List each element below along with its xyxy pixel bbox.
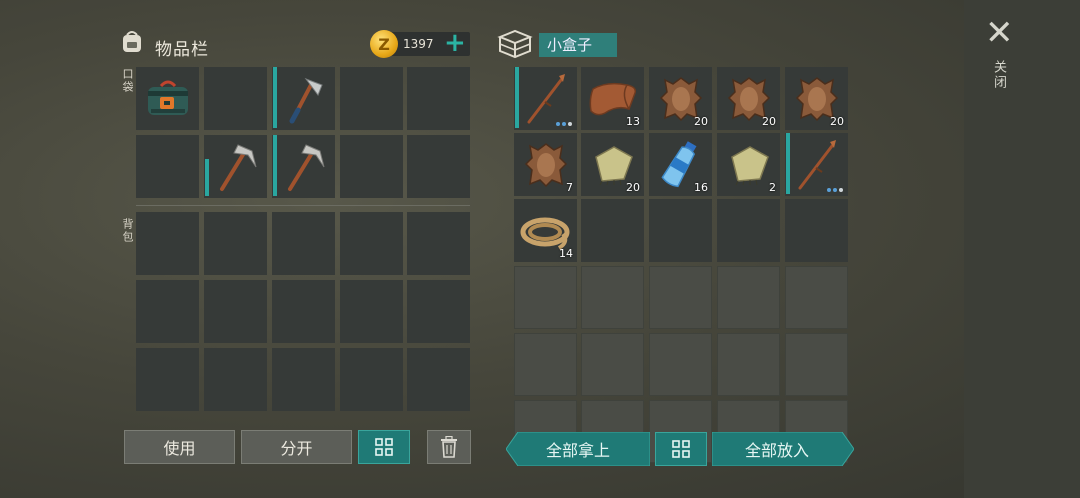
backpack-slot[interactable] [272, 280, 335, 343]
spear-icon [514, 67, 577, 130]
pocket-slot[interactable] [340, 67, 403, 130]
durability-bar [205, 159, 209, 196]
quality-dots [556, 122, 572, 126]
item-quantity: 2 [769, 181, 776, 194]
backpack-slot[interactable] [136, 212, 199, 275]
container-slot[interactable] [785, 133, 848, 196]
use-button[interactable]: 使用 [124, 430, 235, 464]
pocket-slot[interactable] [136, 135, 199, 198]
container-slot[interactable] [785, 333, 848, 396]
backpack-slot[interactable] [340, 348, 403, 411]
section-divider [136, 205, 470, 206]
container-slot[interactable] [785, 199, 848, 262]
durability-bar [515, 67, 519, 128]
container-slot[interactable] [717, 199, 780, 262]
put-all-button[interactable]: 全部放入 [712, 432, 854, 466]
backpack-slot[interactable] [272, 212, 335, 275]
container-slot[interactable]: 7 [514, 133, 577, 196]
coin-icon: Z [370, 30, 398, 58]
hatchet-icon [272, 67, 335, 130]
backpack-slot[interactable] [136, 348, 199, 411]
backpack-slot[interactable] [407, 348, 470, 411]
pocket-slot[interactable] [136, 67, 199, 130]
close-label[interactable]: 关闭 [989, 60, 1008, 90]
item-quantity: 20 [762, 115, 776, 128]
close-icon[interactable]: ✕ [985, 16, 1014, 50]
grid-icon [672, 440, 690, 458]
take-all-button[interactable]: 全部拿上 [506, 432, 650, 466]
container-slot[interactable] [649, 266, 712, 329]
container-slot[interactable] [581, 333, 644, 396]
backpack-slot[interactable] [407, 212, 470, 275]
sort-button[interactable] [358, 430, 410, 464]
pocket-slot[interactable] [340, 135, 403, 198]
pocket-slot[interactable] [204, 67, 267, 130]
split-button[interactable]: 分开 [241, 430, 352, 464]
backpack-slot[interactable] [204, 212, 267, 275]
backpack-slot[interactable] [340, 280, 403, 343]
container-slot[interactable] [717, 333, 780, 396]
spear-icon [785, 133, 848, 196]
container-slot[interactable]: 20 [649, 67, 712, 130]
pocket-slot[interactable] [407, 67, 470, 130]
container-slot[interactable] [581, 199, 644, 262]
item-quantity: 7 [566, 181, 573, 194]
container-slot[interactable]: 20 [717, 67, 780, 130]
backpack-slot[interactable] [136, 280, 199, 343]
item-quantity: 14 [559, 247, 573, 260]
pocket-slot[interactable] [272, 67, 335, 130]
container-slot[interactable] [514, 266, 577, 329]
delete-button[interactable] [427, 430, 471, 464]
item-quantity: 13 [626, 115, 640, 128]
container-name: 小盒子 [539, 33, 617, 57]
pocket-slot[interactable] [204, 135, 267, 198]
item-quantity: 16 [694, 181, 708, 194]
container-slot[interactable]: 14 [514, 199, 577, 262]
item-quantity: 20 [694, 115, 708, 128]
bag-icon [136, 67, 199, 130]
backpack-slot[interactable] [340, 212, 403, 275]
container-slot[interactable] [649, 333, 712, 396]
container-slot[interactable] [785, 266, 848, 329]
container-slot[interactable]: 20 [785, 67, 848, 130]
quality-dots [827, 188, 843, 192]
durability-bar [273, 135, 277, 196]
container-slot[interactable]: 13 [581, 67, 644, 130]
backpack-slot[interactable] [204, 348, 267, 411]
durability-bar [786, 133, 790, 194]
add-coins-button[interactable]: + [444, 30, 466, 56]
container-slot[interactable]: 20 [581, 133, 644, 196]
box-icon [497, 27, 533, 59]
container-slot[interactable]: 16 [649, 133, 712, 196]
durability-bar [273, 67, 277, 128]
backpack-icon [118, 28, 146, 56]
pocket-slot[interactable] [272, 135, 335, 198]
container-slot[interactable] [649, 199, 712, 262]
container-slot[interactable] [581, 266, 644, 329]
pickaxe-icon [204, 135, 267, 198]
item-quantity: 20 [830, 115, 844, 128]
container-slot[interactable] [717, 266, 780, 329]
backpack-slot[interactable] [407, 280, 470, 343]
take-all-label: 全部拿上 [545, 441, 610, 460]
pocket-label: 口袋 [121, 68, 134, 94]
inventory-title: 物品栏 [155, 40, 209, 60]
container-sort-button[interactable] [655, 432, 707, 466]
container-slot[interactable] [514, 333, 577, 396]
put-all-label: 全部放入 [744, 441, 809, 460]
coin-count: 1397 [403, 37, 434, 51]
grid-icon [375, 438, 393, 456]
trash-icon [441, 436, 457, 458]
backpack-label: 背包 [121, 218, 134, 244]
container-slot[interactable] [514, 67, 577, 130]
side-panel [964, 0, 1080, 498]
backpack-slot[interactable] [272, 348, 335, 411]
pocket-slot[interactable] [407, 135, 470, 198]
container-slot[interactable]: 2 [717, 133, 780, 196]
item-quantity: 20 [626, 181, 640, 194]
backpack-slot[interactable] [204, 280, 267, 343]
pickaxe-icon [272, 135, 335, 198]
